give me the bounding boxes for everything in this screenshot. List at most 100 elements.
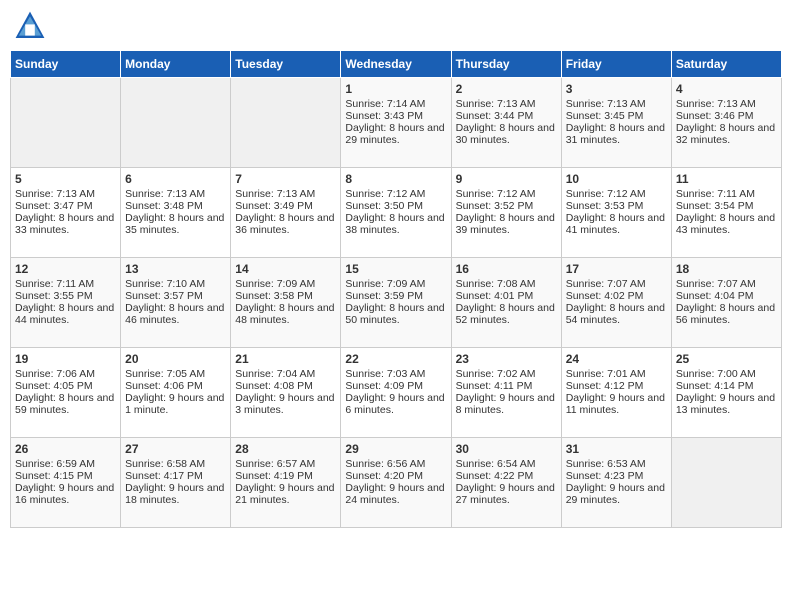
day-content: Daylight: 8 hours and 32 minutes. (676, 122, 777, 146)
day-content: Sunrise: 7:09 AM (235, 278, 336, 290)
calendar-cell: 3Sunrise: 7:13 AMSunset: 3:45 PMDaylight… (561, 78, 671, 168)
day-content: Sunset: 3:43 PM (345, 110, 446, 122)
day-number: 12 (15, 262, 116, 276)
day-number: 26 (15, 442, 116, 456)
day-content: Daylight: 8 hours and 41 minutes. (566, 212, 667, 236)
day-content: Sunset: 4:23 PM (566, 470, 667, 482)
calendar-cell: 16 Sunrise: 7:08 AMSunset: 4:01 PMDayligh… (451, 258, 561, 348)
calendar-cell: 31Sunrise: 6:53 AMSunset: 4:23 PMDayligh… (561, 438, 671, 528)
day-content: Daylight: 8 hours and 31 minutes. (566, 122, 667, 146)
day-content: Sunset: 3:44 PM (456, 110, 557, 122)
day-content: Sunset: 4:17 PM (125, 470, 226, 482)
day-content: Sunset: 3:47 PM (15, 200, 116, 212)
day-content: Daylight: 9 hours and 24 minutes. (345, 482, 446, 506)
day-content: Daylight: 8 hours and 50 minutes. (345, 302, 446, 326)
day-content: Sunset: 4:20 PM (345, 470, 446, 482)
day-content: Sunrise: 7:11 AM (676, 188, 777, 200)
day-content: Sunset: 3:49 PM (235, 200, 336, 212)
day-content: Sunrise: 6:58 AM (125, 458, 226, 470)
day-content: Daylight: 8 hours and 39 minutes. (456, 212, 557, 236)
day-number: 18 (676, 262, 777, 276)
day-number: 9 (456, 172, 557, 186)
day-content: Sunrise: 7:14 AM (345, 98, 446, 110)
calendar-cell (121, 78, 231, 168)
day-content: Sunset: 3:55 PM (15, 290, 116, 302)
calendar-cell (11, 78, 121, 168)
day-content: Sunset: 3:45 PM (566, 110, 667, 122)
day-number: 19 (15, 352, 116, 366)
day-content: Sunrise: 7:02 AM (456, 368, 557, 380)
calendar-table: SundayMondayTuesdayWednesdayThursdayFrid… (10, 50, 782, 528)
calendar-cell: 15Sunrise: 7:09 AMSunset: 3:59 PMDayligh… (341, 258, 451, 348)
day-number: 16 (456, 262, 557, 276)
calendar-cell: 2Sunrise: 7:13 AMSunset: 3:44 PMDaylight… (451, 78, 561, 168)
calendar-cell: 1 Sunrise: 7:14 AMSunset: 3:43 PMDaylight… (341, 78, 451, 168)
day-content: Sunrise: 7:08 AM (456, 278, 557, 290)
day-number: 25 (676, 352, 777, 366)
day-content: Daylight: 8 hours and 29 minutes. (345, 122, 446, 146)
calendar-cell: 21Sunrise: 7:04 AMSunset: 4:08 PMDayligh… (231, 348, 341, 438)
day-number: 31 (566, 442, 667, 456)
day-content: Sunrise: 7:00 AM (676, 368, 777, 380)
day-number: 11 (676, 172, 777, 186)
week-row-2: 5Sunrise: 7:13 AMSunset: 3:47 PMDaylight… (11, 168, 782, 258)
day-content: Sunrise: 7:12 AM (566, 188, 667, 200)
day-content: Sunrise: 7:13 AM (125, 188, 226, 200)
week-row-5: 26Sunrise: 6:59 AMSunset: 4:15 PMDayligh… (11, 438, 782, 528)
calendar-cell: 8 Sunrise: 7:12 AMSunset: 3:50 PMDaylight… (341, 168, 451, 258)
weekday-header-thursday: Thursday (451, 51, 561, 78)
day-number: 13 (125, 262, 226, 276)
day-number: 17 (566, 262, 667, 276)
day-content: Sunset: 4:15 PM (15, 470, 116, 482)
day-content: Daylight: 8 hours and 36 minutes. (235, 212, 336, 236)
day-content: Daylight: 8 hours and 48 minutes. (235, 302, 336, 326)
day-content: Sunset: 3:59 PM (345, 290, 446, 302)
calendar-cell: 9Sunrise: 7:12 AMSunset: 3:52 PMDaylight… (451, 168, 561, 258)
day-number: 4 (676, 82, 777, 96)
calendar-cell: 10Sunrise: 7:12 AMSunset: 3:53 PMDayligh… (561, 168, 671, 258)
day-number: 27 (125, 442, 226, 456)
day-content: Daylight: 8 hours and 54 minutes. (566, 302, 667, 326)
day-content: Sunrise: 7:12 AM (456, 188, 557, 200)
calendar-cell: 24Sunrise: 7:01 AMSunset: 4:12 PMDayligh… (561, 348, 671, 438)
day-content: Daylight: 9 hours and 8 minutes. (456, 392, 557, 416)
day-content: Sunset: 3:48 PM (125, 200, 226, 212)
day-content: Sunrise: 6:57 AM (235, 458, 336, 470)
calendar-cell: 22Sunrise: 7:03 AMSunset: 4:09 PMDayligh… (341, 348, 451, 438)
day-content: Sunset: 4:19 PM (235, 470, 336, 482)
day-number: 15 (345, 262, 446, 276)
day-number: 8 (345, 172, 446, 186)
day-content: Sunrise: 7:12 AM (345, 188, 446, 200)
calendar-cell: 19Sunrise: 7:06 AMSunset: 4:05 PMDayligh… (11, 348, 121, 438)
day-content: Sunset: 4:05 PM (15, 380, 116, 392)
day-number: 28 (235, 442, 336, 456)
calendar-cell: 11Sunrise: 7:11 AMSunset: 3:54 PMDayligh… (671, 168, 781, 258)
day-number: 1 (345, 82, 446, 96)
day-content: Sunset: 3:50 PM (345, 200, 446, 212)
day-number: 2 (456, 82, 557, 96)
day-content: Sunset: 4:11 PM (456, 380, 557, 392)
day-number: 22 (345, 352, 446, 366)
calendar-cell: 20Sunrise: 7:05 AMSunset: 4:06 PMDayligh… (121, 348, 231, 438)
weekday-header-wednesday: Wednesday (341, 51, 451, 78)
day-content: Sunset: 4:01 PM (456, 290, 557, 302)
calendar-cell: 30Sunrise: 6:54 AMSunset: 4:22 PMDayligh… (451, 438, 561, 528)
day-number: 14 (235, 262, 336, 276)
day-content: Sunrise: 7:01 AM (566, 368, 667, 380)
day-content: Daylight: 9 hours and 13 minutes. (676, 392, 777, 416)
day-content: Daylight: 9 hours and 16 minutes. (15, 482, 116, 506)
day-content: Daylight: 8 hours and 38 minutes. (345, 212, 446, 236)
day-content: Daylight: 8 hours and 33 minutes. (15, 212, 116, 236)
calendar-cell (231, 78, 341, 168)
day-number: 29 (345, 442, 446, 456)
day-content: Daylight: 8 hours and 52 minutes. (456, 302, 557, 326)
day-number: 20 (125, 352, 226, 366)
day-content: Daylight: 9 hours and 1 minute. (125, 392, 226, 416)
day-content: Daylight: 9 hours and 27 minutes. (456, 482, 557, 506)
day-content: Daylight: 8 hours and 43 minutes. (676, 212, 777, 236)
day-content: Daylight: 9 hours and 21 minutes. (235, 482, 336, 506)
calendar-cell: 17Sunrise: 7:07 AMSunset: 4:02 PMDayligh… (561, 258, 671, 348)
calendar-cell: 28 Sunrise: 6:57 AMSunset: 4:19 PMDayligh… (231, 438, 341, 528)
day-content: Sunrise: 6:56 AM (345, 458, 446, 470)
day-content: Sunset: 4:04 PM (676, 290, 777, 302)
